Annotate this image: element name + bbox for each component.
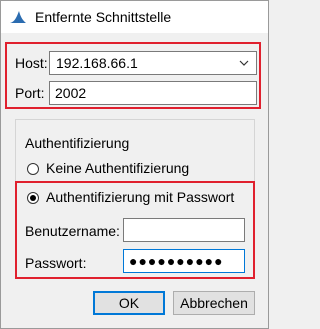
title-bar: Entfernte Schnittstelle — [1, 1, 268, 33]
radio-password-auth[interactable] — [27, 192, 39, 204]
password-value: ●●●●●●●●●● — [129, 253, 224, 269]
username-label: Benutzername: — [25, 223, 120, 239]
password-auth-label[interactable]: Authentifizierung mit Passwort — [46, 189, 234, 205]
password-input[interactable]: ●●●●●●●●●● — [123, 249, 245, 273]
port-value: 2002 — [55, 85, 87, 101]
radio-no-auth[interactable] — [27, 163, 39, 175]
no-auth-label[interactable]: Keine Authentifizierung — [46, 160, 189, 176]
host-value: 192.168.66.1 — [56, 55, 138, 71]
port-input[interactable]: 2002 — [49, 81, 257, 105]
auth-group-label: Authentifizierung — [25, 135, 130, 151]
port-label: Port: — [15, 85, 45, 101]
chevron-down-icon[interactable] — [238, 57, 250, 69]
ok-button[interactable]: OK — [93, 291, 165, 315]
username-input[interactable] — [123, 218, 245, 242]
host-combobox[interactable]: 192.168.66.1 — [49, 51, 257, 75]
host-label: Host: — [15, 55, 48, 71]
password-label: Passwort: — [25, 255, 87, 271]
cancel-button[interactable]: Abbrechen — [173, 291, 255, 315]
shark-fin-icon — [10, 11, 26, 23]
remote-interface-dialog: Entfernte Schnittstelle Host: 192.168.66… — [0, 0, 269, 329]
window-title: Entfernte Schnittstelle — [35, 9, 172, 25]
